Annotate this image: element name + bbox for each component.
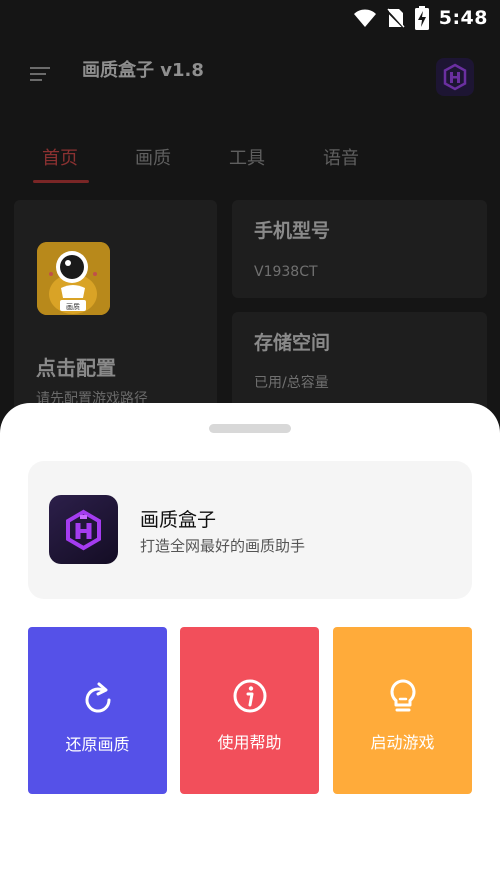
sheet-drag-handle[interactable] [209,424,291,433]
lightbulb-icon [384,677,422,715]
restore-quality-button[interactable]: 还原画质 [28,627,167,794]
app-name: 画质盒子 [140,509,217,531]
game-mascot-icon: 画质 [37,242,110,315]
config-card[interactable]: 画质 点击配置 请先配置游戏路径 [14,200,217,430]
tab-tools[interactable]: 工具 [229,144,265,170]
status-icons: 5:48 [353,6,488,30]
refresh-icon [79,681,117,719]
tab-home[interactable]: 首页 [42,144,78,170]
no-sim-icon [386,7,405,29]
tab-active-indicator [33,180,89,183]
app-info-card: 画质盒子 打造全网最好的画质助手 [28,461,472,599]
phone-model-label: 手机型号 [254,220,331,242]
phone-model-card: 手机型号 V1938CT [232,200,487,298]
app-title: 画质盒子 v1.8 [82,60,204,81]
tab-voice[interactable]: 语音 [323,144,359,170]
status-bar: 5:48 [0,0,500,36]
app-logo-icon [49,495,118,564]
phone-model-value: V1938CT [254,264,318,280]
tab-quality[interactable]: 画质 [135,144,171,170]
status-time: 5:48 [438,7,488,29]
launch-game-button[interactable]: 启动游戏 [333,627,472,794]
help-button[interactable]: 使用帮助 [180,627,319,794]
config-title: 点击配置 [36,356,116,380]
storage-value: 已用/总容量 [254,375,329,391]
app-bar: 画质盒子 v1.8 [0,36,500,108]
storage-label: 存储空间 [254,332,331,354]
app-screen: 5:48 画质盒子 v1.8 首页 画质 工具 语音 画质 点击配置 请先配置游… [0,0,500,889]
wifi-icon [353,8,377,28]
help-label: 使用帮助 [217,733,282,752]
info-icon [231,677,269,715]
menu-icon[interactable] [30,66,52,82]
battery-charging-icon [414,6,429,30]
app-slogan: 打造全网最好的画质助手 [140,537,306,555]
tab-bar: 首页 画质 工具 语音 [0,140,500,186]
restore-quality-label: 还原画质 [65,735,130,754]
launch-game-label: 启动游戏 [370,733,435,752]
game-icon-caption: 画质 [66,302,80,311]
app-logo-icon[interactable] [436,58,474,96]
bottom-sheet: 画质盒子 打造全网最好的画质助手 还原画质 使用帮助 启动游戏 [0,403,500,889]
